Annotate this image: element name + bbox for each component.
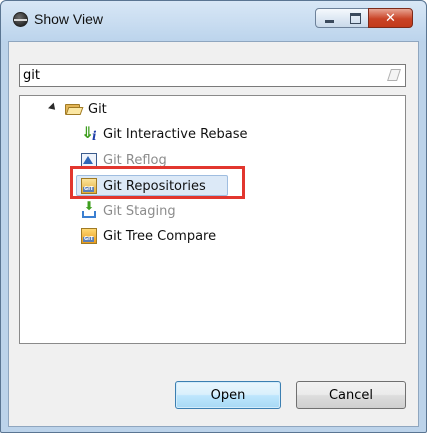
- folder-icon: [65, 103, 84, 115]
- tree-item-git-staging[interactable]: Git Staging: [81, 199, 176, 222]
- close-button[interactable]: ✕: [368, 8, 413, 28]
- git-rebase-icon: [81, 123, 97, 143]
- minimize-button[interactable]: [315, 8, 343, 28]
- tree-item-git-interactive-rebase[interactable]: Git Interactive Rebase: [81, 123, 248, 145]
- eclipse-icon: [13, 12, 28, 27]
- window-title: Show View: [34, 11, 104, 27]
- git-tree-compare-icon: [81, 228, 97, 244]
- expand-arrow-icon[interactable]: [48, 102, 58, 113]
- cancel-button[interactable]: Cancel: [296, 381, 406, 409]
- close-icon: ✕: [385, 10, 396, 26]
- maximize-icon: [349, 12, 361, 24]
- annotation-highlight-box: [70, 166, 245, 199]
- clear-filter-icon[interactable]: [387, 69, 401, 81]
- tree-item-label: Git Staging: [103, 203, 176, 219]
- git-reflog-icon: [81, 153, 97, 167]
- open-button[interactable]: Open: [175, 381, 281, 409]
- tree-item-label: Git Tree Compare: [103, 228, 217, 244]
- tree-item-git-category[interactable]: Git: [48, 98, 107, 120]
- tree-item-git-tree-compare[interactable]: Git Tree Compare: [81, 225, 216, 247]
- git-staging-icon: [81, 199, 97, 219]
- filter-field[interactable]: [19, 64, 406, 87]
- title-bar[interactable]: Show View ✕: [1, 1, 426, 41]
- tree-item-label: Git Interactive Rebase: [103, 126, 248, 142]
- minimize-icon: [324, 19, 334, 23]
- filter-input[interactable]: [23, 66, 373, 85]
- tree-item-label: Git: [88, 101, 107, 117]
- maximize-button[interactable]: [342, 8, 369, 28]
